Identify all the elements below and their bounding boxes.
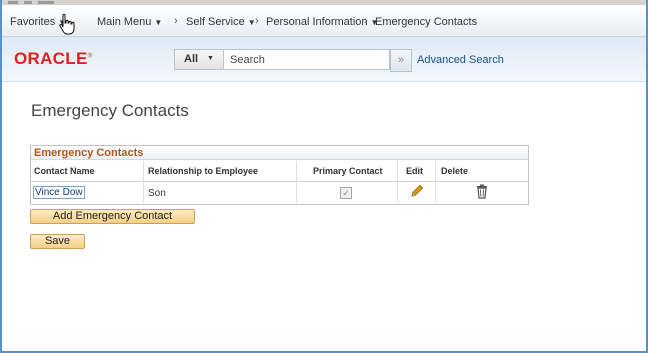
pointer-cursor-icon	[59, 13, 75, 35]
search-category-label: All	[184, 53, 199, 65]
contact-name-text: Vince Dow	[33, 186, 85, 199]
breadcrumb-label: Personal Information	[266, 16, 368, 28]
favorites-label: Favorites	[10, 16, 56, 28]
strip-mark	[38, 1, 54, 4]
breadcrumb-self-service[interactable]: Self Service ▼	[186, 16, 256, 28]
caret-down-icon: ▼	[154, 18, 163, 27]
oracle-logo: ORACLE®	[14, 49, 92, 69]
relationship-value: Son	[148, 188, 166, 199]
contact-name-link[interactable]: Vince Dow	[33, 186, 85, 199]
breadcrumb-personal-information[interactable]: Personal Information ▼	[266, 16, 378, 28]
grid-title: Emergency Contacts	[31, 146, 528, 160]
header-bar: ORACLE® All ▼ » Advanced Search	[2, 37, 646, 82]
breadcrumb-emergency-contacts[interactable]: Emergency Contacts	[375, 16, 477, 28]
column-header-contact-name: Contact Name	[34, 166, 95, 176]
search-go-button[interactable]: »	[390, 49, 412, 72]
main-menu-label: Main Menu	[97, 16, 152, 28]
breadcrumb-separator-icon: ›	[364, 15, 368, 27]
breadcrumb-label: Self Service	[186, 16, 245, 28]
navigation-bar: Favorites ▼ Main Menu ▼ › Self Service ▼ › …	[2, 5, 646, 37]
strip-mark	[24, 1, 32, 4]
grid-header-row: Contact Name Relationship to Employee Pr…	[31, 161, 528, 182]
breadcrumb-separator-icon: ›	[255, 15, 259, 27]
table-row: Vince Dow Son ✓	[31, 182, 528, 203]
main-menu[interactable]: Main Menu ▼	[97, 16, 162, 28]
registered-mark: ®	[87, 53, 93, 60]
trash-icon[interactable]	[475, 183, 489, 199]
page-title: Emergency Contacts	[31, 101, 189, 120]
column-header-primary-contact: Primary Contact	[313, 166, 383, 176]
search-category-dropdown[interactable]: All ▼	[175, 50, 224, 69]
advanced-search-link[interactable]: Advanced Search	[417, 54, 504, 66]
pencil-icon[interactable]	[409, 183, 425, 199]
column-header-delete: Delete	[441, 166, 469, 176]
strip-mark	[8, 1, 18, 4]
breadcrumb-separator-icon: ›	[174, 15, 178, 27]
save-button[interactable]: Save	[30, 234, 85, 249]
search-box: All ▼	[174, 49, 390, 70]
breadcrumb-label: Emergency Contacts	[375, 16, 478, 28]
double-chevron-right-icon: »	[397, 54, 405, 66]
column-header-edit: Edit	[406, 166, 423, 176]
emergency-contacts-grid: Emergency Contacts Contact Name Relation…	[30, 145, 529, 205]
add-emergency-contact-button[interactable]: Add Emergency Contact	[30, 209, 195, 224]
column-header-relationship: Relationship to Employee	[148, 166, 259, 176]
logo-text: ORACLE	[14, 49, 88, 68]
checkbox-checked-icon: ✓	[340, 187, 352, 199]
caret-down-icon: ▼	[207, 55, 214, 62]
search-input[interactable]	[224, 50, 390, 69]
